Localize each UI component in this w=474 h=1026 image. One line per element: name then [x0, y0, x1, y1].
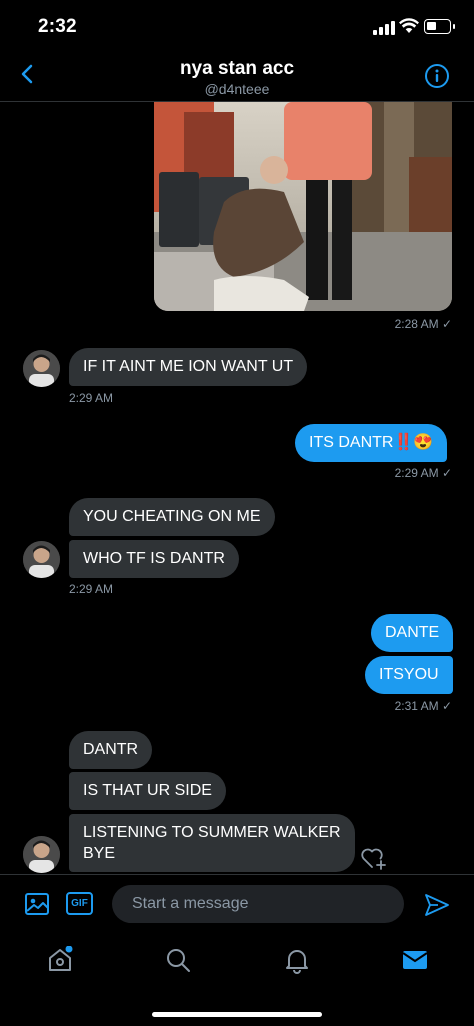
incoming-message[interactable]: IF IT AINT ME ION WANT UT — [69, 348, 308, 386]
battery-icon — [424, 19, 455, 34]
message-input[interactable]: Start a message — [112, 885, 404, 923]
outgoing-message[interactable]: ITS DANTR‼️😍 — [295, 424, 448, 462]
gif-button[interactable]: GIF — [66, 892, 93, 915]
home-indicator — [152, 1012, 322, 1017]
outgoing-message[interactable]: DANTE — [371, 614, 454, 652]
bell-icon[interactable] — [283, 946, 311, 974]
message-timestamp: 2:29 AM ✓ — [394, 466, 452, 480]
message-composer: GIF Start a message — [0, 874, 474, 932]
incoming-message[interactable]: DANTR — [69, 731, 153, 769]
status-bar: 2:32 — [0, 0, 474, 50]
message-timestamp: 2:28 AM ✓ — [394, 317, 452, 331]
incoming-message[interactable]: YOU CHEATING ON ME — [69, 498, 275, 536]
conversation-header: nya stan acc @d4nteee — [0, 50, 474, 102]
mail-icon[interactable] — [401, 946, 429, 974]
conversation-title[interactable]: nya stan acc — [0, 58, 474, 80]
incoming-message[interactable]: IS THAT UR SIDE — [69, 772, 226, 810]
conversation-handle: @d4nteee — [204, 81, 270, 97]
send-icon[interactable] — [424, 892, 450, 918]
heart-plus-icon[interactable] — [360, 845, 388, 871]
message-timestamp: 2:31 AM ✓ — [394, 699, 452, 713]
message-line: BYE — [83, 845, 116, 862]
sent-photo[interactable] — [154, 102, 452, 311]
search-icon[interactable] — [164, 946, 192, 974]
outgoing-message[interactable]: ITSYOU — [365, 656, 453, 694]
sender-avatar[interactable] — [23, 836, 60, 873]
sender-avatar[interactable] — [23, 541, 60, 578]
photo-image — [154, 102, 452, 311]
wifi-icon — [399, 18, 419, 33]
image-icon[interactable] — [24, 891, 50, 917]
message-timestamp: 2:29 AM — [69, 582, 114, 596]
home-icon[interactable] — [46, 946, 74, 974]
incoming-message[interactable]: LISTENING TO SUMMER WALKER BYE — [69, 814, 355, 872]
message-timestamp: 2:29 AM — [69, 391, 114, 405]
message-line: LISTENING TO SUMMER WALKER — [83, 824, 341, 841]
incoming-message[interactable]: WHO TF IS DANTR — [69, 540, 239, 578]
status-time: 2:32 — [38, 16, 77, 37]
cellular-signal-icon — [373, 21, 395, 35]
info-icon[interactable] — [424, 63, 450, 89]
sender-avatar[interactable] — [23, 350, 60, 387]
